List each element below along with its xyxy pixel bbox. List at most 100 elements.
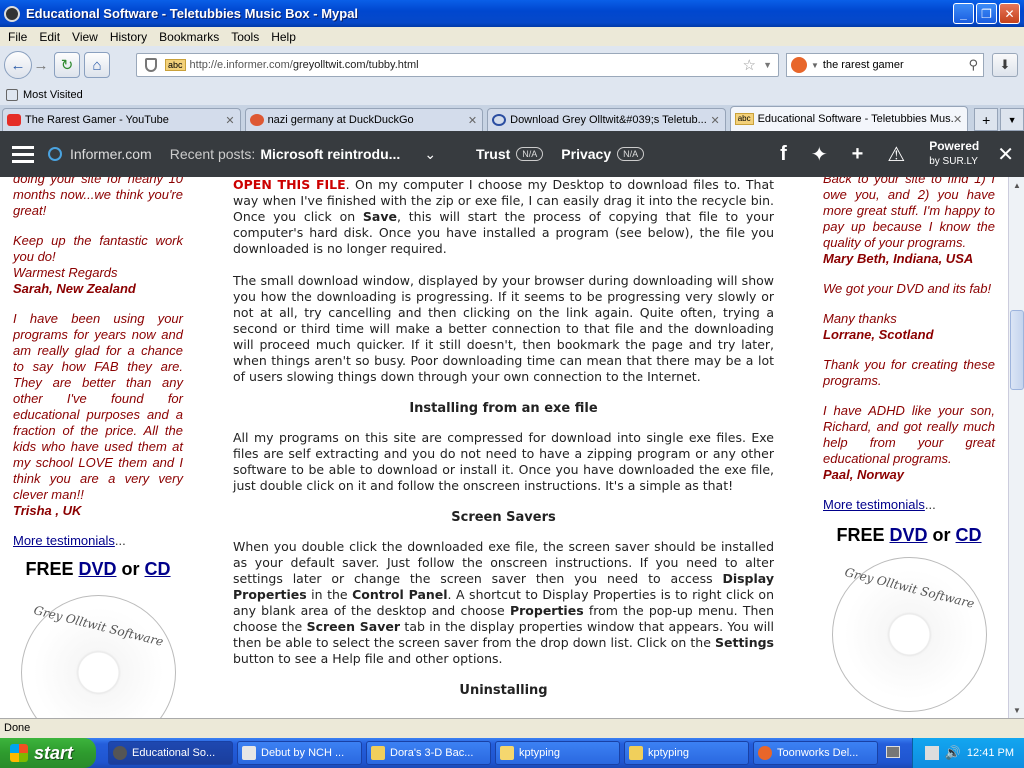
taskbar-item-kptyping-1[interactable]: kptyping — [495, 741, 620, 765]
new-tab-icon[interactable]: + — [974, 108, 999, 131]
more-testimonials-link[interactable]: More testimonials — [823, 497, 925, 512]
menu-file[interactable]: File — [2, 30, 33, 44]
close-tab-icon[interactable]: ✕ — [953, 113, 962, 126]
testimonial-text: doing your site for nearly 10 months now… — [13, 177, 183, 218]
facebook-icon[interactable]: f — [780, 143, 787, 166]
chevron-down-icon[interactable]: ⌄ — [424, 146, 436, 163]
clock[interactable]: 12:41 PM — [967, 747, 1014, 759]
menu-view[interactable]: View — [66, 30, 104, 44]
trust-badge[interactable]: N/A — [516, 147, 544, 161]
shield-icon[interactable] — [145, 58, 157, 72]
install-paragraph: All my programs on this site are compres… — [233, 430, 774, 493]
duckduckgo-icon — [249, 114, 264, 126]
url-dropdown-icon[interactable]: ▼ — [763, 60, 772, 70]
navigation-toolbar: ← → ↻ ⌂ abc http://e.informer.com/greyol… — [0, 46, 1024, 84]
heading-screen-savers: Screen Savers — [451, 510, 556, 525]
scroll-down-icon[interactable]: ▼ — [1009, 702, 1024, 718]
most-visited-link[interactable]: Most Visited — [23, 89, 83, 101]
testimonial-text: We got your DVD and its fab! — [823, 281, 992, 296]
testimonial-text: I have ADHD like your son, Richard, and … — [823, 403, 995, 466]
mypal-app-icon[interactable] — [4, 5, 20, 22]
twitter-icon[interactable]: ✦ — [811, 142, 828, 167]
cd-link[interactable]: CD — [145, 559, 171, 579]
taskbar-item-toonworks[interactable]: Toonworks Del... — [753, 741, 878, 765]
folder-icon — [629, 746, 643, 760]
privacy-badge[interactable]: N/A — [617, 147, 645, 161]
dvd-link[interactable]: DVD — [78, 559, 116, 579]
list-all-tabs-icon[interactable]: ▼ — [1000, 108, 1024, 131]
taskbar-item-debut[interactable]: Debut by NCH ... — [237, 741, 362, 765]
search-engine-icon[interactable] — [791, 57, 807, 73]
tab-download-grey[interactable]: Download Grey Olltwit&#039;s Teletub... … — [487, 108, 726, 131]
back-icon[interactable]: ← — [4, 51, 32, 79]
more-testimonials-link[interactable]: More testimonials — [13, 533, 115, 548]
taskbar-item-kptyping-2[interactable]: kptyping — [624, 741, 749, 765]
download-paragraph: The small download window, displayed by … — [233, 273, 774, 384]
warning-icon[interactable]: ⚠ — [887, 142, 905, 167]
close-tab-icon[interactable]: ✕ — [225, 114, 234, 127]
menu-tools[interactable]: Tools — [225, 30, 265, 44]
menu-edit[interactable]: Edit — [33, 30, 66, 44]
recent-post-link[interactable]: Microsoft reintrodu... — [260, 146, 400, 162]
menu-bar: File Edit View History Bookmarks Tools H… — [0, 27, 1024, 46]
search-input[interactable]: the rarest gamer — [823, 59, 904, 71]
site-favicon: abc — [165, 59, 186, 71]
minimize-button[interactable]: _ — [953, 3, 974, 24]
tab-label: The Rarest Gamer - YouTube — [25, 114, 169, 126]
youtube-icon — [7, 114, 21, 126]
home-icon[interactable]: ⌂ — [84, 52, 110, 78]
url-text[interactable]: http://e.informer.com/greyolltwit.com/tu… — [190, 59, 419, 71]
search-icon[interactable]: ⚲ — [968, 57, 978, 73]
title-bar: Educational Software - Teletubbies Music… — [0, 0, 1024, 27]
taskbar-item-dora[interactable]: Dora's 3-D Bac... — [366, 741, 491, 765]
software-disc-image[interactable]: Grey Olltwit Software — [831, 557, 987, 712]
trust-label: Trust — [476, 146, 511, 162]
restore-button[interactable]: ❐ — [976, 3, 997, 24]
menu-help[interactable]: Help — [265, 30, 302, 44]
main-article: OPEN THIS FILE. On my computer I choose … — [233, 177, 775, 698]
tab-educational-software[interactable]: abc Educational Software - Teletubbies M… — [729, 106, 969, 131]
menu-bookmarks[interactable]: Bookmarks — [153, 30, 225, 44]
page-content: doing your site for nearly 10 months now… — [0, 177, 1008, 718]
tab-strip: The Rarest Gamer - YouTube ✕ nazi german… — [0, 105, 1024, 131]
free-dvd-cd: FREE DVD or CD — [836, 525, 982, 545]
volume-icon[interactable]: 🔊 — [945, 745, 961, 761]
powered-by-surly[interactable]: Powered by SUR.LY — [929, 139, 979, 169]
folder-icon — [371, 746, 385, 760]
heading-installing: Installing from an exe file — [409, 401, 598, 416]
dvd-link[interactable]: DVD — [889, 525, 927, 545]
scrollbar-thumb[interactable] — [1010, 310, 1024, 390]
bookmark-star-icon[interactable]: ☆ — [743, 56, 756, 74]
save-tray-icon[interactable] — [924, 746, 939, 760]
system-tray: 🔊 12:41 PM — [912, 738, 1024, 768]
close-tab-icon[interactable]: ✕ — [710, 114, 719, 127]
recent-posts-label: Recent posts: — [169, 146, 256, 162]
download-icon[interactable]: ⬇ — [992, 53, 1018, 77]
tab-youtube[interactable]: The Rarest Gamer - YouTube ✕ — [2, 108, 241, 131]
vertical-scrollbar[interactable]: ▲ ▼ — [1008, 177, 1024, 718]
url-bar[interactable]: abc http://e.informer.com/greyolltwit.co… — [136, 53, 779, 77]
scroll-up-icon[interactable]: ▲ — [1009, 177, 1024, 193]
close-button[interactable]: ✕ — [999, 3, 1020, 24]
open-file-text: OPEN THIS FILE — [233, 177, 346, 192]
taskbar-item-educational[interactable]: Educational So... — [108, 741, 233, 765]
close-tab-icon[interactable]: ✕ — [468, 114, 477, 127]
menu-history[interactable]: History — [104, 30, 153, 44]
testimonial-author: Mary Beth, Indiana, USA — [823, 251, 974, 266]
testimonial-text: I have been using your programs for year… — [13, 311, 183, 502]
informer-site-link[interactable]: Informer.com — [70, 146, 152, 162]
search-box[interactable]: ▼ the rarest gamer ⚲ — [786, 53, 984, 77]
software-disc-image[interactable]: Grey Olltwit Software — [20, 595, 176, 718]
keyboard-icon[interactable] — [886, 746, 900, 758]
engine-dropdown-icon[interactable]: ▼ — [811, 61, 819, 70]
status-text: Done — [4, 722, 31, 734]
hamburger-menu-icon[interactable] — [12, 145, 34, 163]
forward-icon[interactable]: → — [32, 52, 50, 78]
close-toolbar-icon[interactable]: ✕ — [997, 142, 1014, 167]
plus-icon[interactable]: + — [852, 143, 864, 166]
tab-duckduckgo[interactable]: nazi germany at DuckDuckGo ✕ — [244, 108, 484, 131]
cd-link[interactable]: CD — [956, 525, 982, 545]
right-testimonials: Back to your site to find 1) I owe you, … — [823, 177, 995, 712]
start-button[interactable]: start — [0, 738, 96, 768]
reload-icon[interactable]: ↻ — [54, 52, 80, 78]
